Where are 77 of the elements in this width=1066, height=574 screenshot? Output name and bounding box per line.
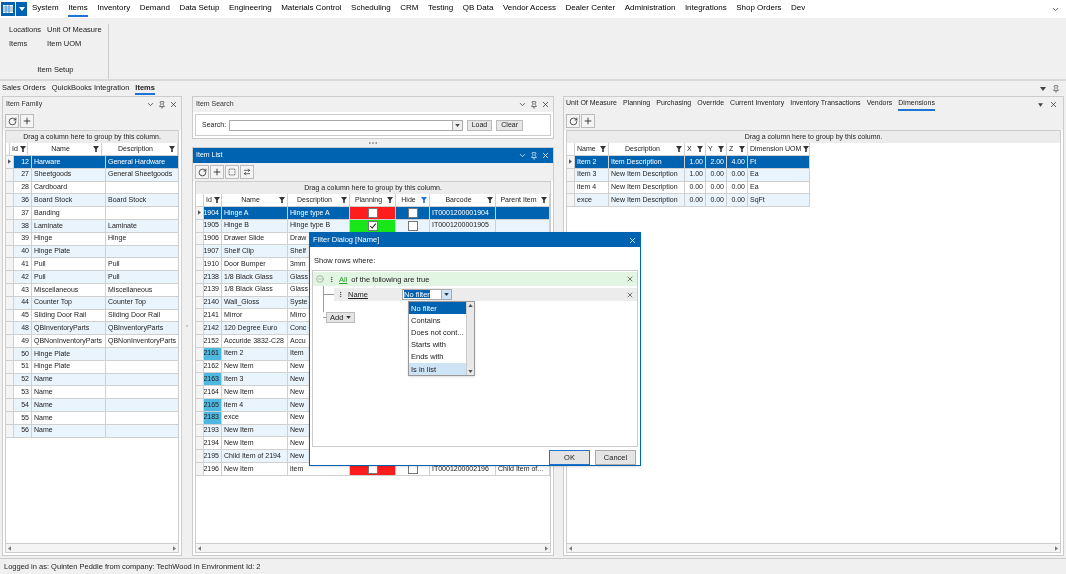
app-logo-icon[interactable] — [1, 2, 15, 16]
dropdown-icon[interactable] — [1038, 102, 1043, 107]
horizontal-scrollbar[interactable] — [6, 543, 178, 552]
refresh-button[interactable] — [195, 165, 209, 179]
dropdown-icon[interactable] — [454, 123, 460, 127]
checkbox[interactable] — [367, 220, 378, 231]
current-row-icon — [569, 159, 572, 165]
menu-item[interactable]: Integrations — [684, 1, 727, 17]
pin-icon[interactable] — [530, 100, 538, 109]
remove-icon[interactable] — [626, 290, 634, 299]
menu-item[interactable]: Engineering — [228, 1, 272, 17]
caret-icon — [18, 7, 25, 11]
menu-item[interactable]: Dealer Center — [565, 1, 616, 17]
horizontal-scrollbar[interactable] — [567, 543, 1060, 552]
chevron-down-icon[interactable] — [146, 100, 155, 109]
vertical-scrollbar[interactable] — [466, 302, 474, 376]
menu-item[interactable]: Data Setup — [179, 1, 220, 17]
pin-icon[interactable] — [1052, 84, 1060, 93]
pin-icon[interactable] — [530, 151, 538, 160]
remove-icon[interactable] — [626, 275, 634, 284]
refresh-button[interactable] — [566, 114, 580, 128]
close-icon[interactable] — [628, 235, 637, 245]
checkbox[interactable] — [407, 220, 418, 231]
menu-item[interactable]: Dev — [791, 1, 806, 17]
scroll-left-icon[interactable] — [569, 545, 572, 551]
scroll-left-icon[interactable] — [198, 545, 201, 551]
menu-item[interactable]: Demand — [139, 1, 170, 17]
filter-icon[interactable] — [279, 197, 285, 203]
add-button[interactable] — [210, 165, 224, 179]
checkbox[interactable] — [367, 207, 378, 218]
close-icon[interactable] — [1049, 100, 1058, 109]
menu-item[interactable]: QB Data — [462, 1, 494, 17]
filter-icon[interactable] — [739, 146, 745, 152]
scroll-right-icon[interactable] — [173, 545, 176, 551]
filter-icon[interactable] — [19, 146, 26, 152]
scroll-left-icon[interactable] — [8, 545, 11, 551]
filter-icon[interactable] — [387, 197, 393, 203]
filter-icon[interactable] — [600, 146, 606, 152]
chevron-down-icon[interactable] — [518, 100, 527, 109]
scroll-right-icon[interactable] — [545, 545, 548, 551]
current-row-icon — [198, 210, 201, 216]
caret-icon — [346, 316, 352, 320]
menu-item[interactable]: Vendor Access — [502, 1, 556, 17]
filter-icon[interactable] — [697, 146, 703, 152]
menu-item[interactable]: System — [32, 1, 59, 17]
app-menu-button[interactable] — [16, 2, 27, 16]
close-icon[interactable] — [169, 100, 178, 109]
swap-button[interactable] — [240, 165, 254, 179]
filter-icon[interactable] — [169, 146, 175, 152]
filter-icon[interactable] — [676, 146, 682, 152]
filter-icon[interactable] — [213, 197, 220, 203]
current-row-icon — [8, 159, 11, 165]
filter-icon[interactable] — [487, 197, 493, 203]
chevron-down-icon[interactable] — [518, 151, 527, 160]
filter-icon[interactable] — [341, 197, 347, 203]
filter-icon[interactable] — [718, 146, 724, 152]
menu-item[interactable]: Items — [68, 1, 88, 17]
add-button[interactable] — [581, 114, 595, 128]
menu-item[interactable]: Scheduling — [351, 1, 391, 17]
close-icon[interactable] — [541, 100, 550, 109]
menu-item[interactable]: Inventory — [97, 1, 131, 17]
menu-item[interactable]: Testing — [427, 1, 454, 17]
add-button[interactable] — [20, 114, 34, 128]
dropdown-icon[interactable] — [1040, 86, 1046, 91]
filter-icon[interactable] — [93, 146, 99, 152]
search-field[interactable] — [229, 119, 463, 131]
menu-item[interactable]: CRM — [400, 1, 419, 17]
checkbox[interactable] — [407, 207, 418, 218]
horizontal-scrollbar[interactable] — [196, 543, 550, 552]
menu-item[interactable]: Administration — [624, 1, 676, 17]
pin-icon[interactable] — [158, 100, 166, 109]
filter-icon[interactable] — [803, 146, 809, 152]
menu-item[interactable]: Materials Control — [281, 1, 342, 17]
scroll-right-icon[interactable] — [1055, 545, 1058, 551]
filter-icon[interactable] — [541, 197, 547, 203]
menu-item[interactable]: Shop Orders — [736, 1, 782, 17]
refresh-button[interactable] — [5, 114, 19, 128]
